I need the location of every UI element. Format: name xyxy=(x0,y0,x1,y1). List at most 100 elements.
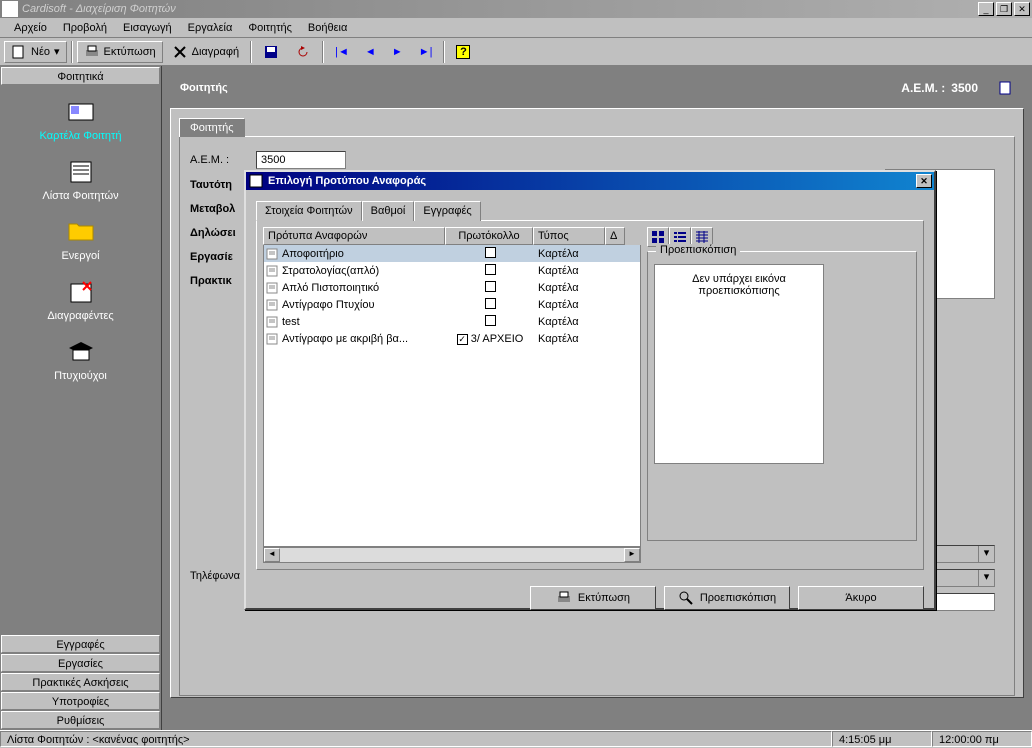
aem-input[interactable] xyxy=(256,151,346,169)
content-titlebar: Φοιτητής Α.Ε.Μ. : 3500 xyxy=(170,74,1024,102)
aem-value: 3500 xyxy=(951,81,978,95)
maximize-button[interactable]: ❐ xyxy=(996,2,1012,16)
preview-panel: Προεπισκόπιση Δεν υπάρχει εικόνα προεπισ… xyxy=(647,227,917,563)
row-type: Καρτέλα xyxy=(534,333,606,345)
dialog-close-button[interactable]: ✕ xyxy=(916,174,932,188)
tb-prev[interactable]: ◄ xyxy=(358,41,383,63)
minimize-button[interactable]: _ xyxy=(978,2,994,16)
report-icon xyxy=(266,265,280,277)
doc-icon[interactable] xyxy=(998,80,1014,96)
sidebar: Φοιτητικά Καρτέλα Φοιτητή Λίστα Φοιτητών… xyxy=(0,66,162,730)
row-name: Αντίγραφο με ακριβή βα... xyxy=(282,333,408,345)
tb-last[interactable]: ►| xyxy=(412,41,440,63)
tb-undo[interactable] xyxy=(288,41,318,63)
table-row[interactable]: Αποφοιτήριο Καρτέλα xyxy=(264,245,640,262)
sidebar-item-graduates[interactable]: Πτυχιούχοι xyxy=(0,332,161,392)
row-type: Καρτέλα xyxy=(534,248,606,260)
tb-delete[interactable]: Διαγραφή xyxy=(165,41,247,63)
first-icon: |◄ xyxy=(335,46,349,58)
sidebar-btn-scholarships[interactable]: Υποτροφίες xyxy=(1,692,160,710)
row-checkbox[interactable] xyxy=(485,315,496,326)
tb-print[interactable]: Εκτύπωση xyxy=(77,41,163,63)
sidebar-btn-enrollments[interactable]: Εγγραφές xyxy=(1,635,160,653)
tb-new[interactable]: Νέο ▾ xyxy=(4,41,67,63)
sidebar-item-student-card[interactable]: Καρτέλα Φοιτητή xyxy=(0,92,161,152)
row-checkbox[interactable] xyxy=(485,281,496,292)
sidebar-btn-settings[interactable]: Ρυθμίσεις xyxy=(1,711,160,729)
menu-help[interactable]: Βοήθεια xyxy=(300,20,355,36)
dialog-title: Επιλογή Προτύπου Αναφοράς xyxy=(268,175,426,187)
scroll-left-icon[interactable]: ◄ xyxy=(264,548,280,562)
dialog-tab-grades[interactable]: Βαθμοί xyxy=(362,201,415,221)
horizontal-scrollbar[interactable]: ◄ ► xyxy=(263,547,641,563)
preview-box: Δεν υπάρχει εικόνα προεπισκόπισης xyxy=(654,264,824,464)
tb-save[interactable] xyxy=(256,41,286,63)
dialog-tab-student-info[interactable]: Στοιχεία Φοιτητών xyxy=(256,201,362,221)
sidebar-btn-internships[interactable]: Πρακτικές Ασκήσεις xyxy=(1,673,160,691)
calendar-x-icon xyxy=(65,278,97,306)
table-row[interactable]: Απλό Πιστοποιητικό Καρτέλα xyxy=(264,279,640,296)
sidebar-header[interactable]: Φοιτητικά xyxy=(1,67,160,85)
delete-icon xyxy=(172,44,188,60)
dialog-preview-button[interactable]: Προεπισκόπιση xyxy=(664,586,790,610)
toolbar: Νέο ▾ Εκτύπωση Διαγραφή |◄ ◄ ► ►| ? xyxy=(0,38,1032,66)
menu-tools[interactable]: Εργαλεία xyxy=(180,20,241,36)
table-row[interactable]: Αντίγραφο με ακριβή βα...✓ 3/ ΑΡΧΕΙΟΚαρτ… xyxy=(264,330,640,347)
chevron-down-icon: ▾ xyxy=(978,570,994,586)
tb-next[interactable]: ► xyxy=(385,41,410,63)
preview-fieldset: Προεπισκόπιση Δεν υπάρχει εικόνα προεπισ… xyxy=(647,251,917,541)
row-checkbox[interactable] xyxy=(485,264,496,275)
dialog-print-button[interactable]: Εκτύπωση xyxy=(530,586,656,610)
table-row[interactable]: Αντίγραφο Πτυχίου Καρτέλα xyxy=(264,296,640,313)
status-list: Λίστα Φοιτητών : <κανένας φοιτητής> xyxy=(0,731,832,747)
col-type[interactable]: Τύπος xyxy=(533,227,605,245)
folder-icon xyxy=(65,218,97,246)
row-name: Στρατολογίας(απλό) xyxy=(282,265,379,277)
report-icon xyxy=(266,282,280,294)
dialog-tab-enrollments[interactable]: Εγγραφές xyxy=(414,201,480,221)
menu-insert[interactable]: Εισαγωγή xyxy=(115,20,180,36)
tb-first[interactable]: |◄ xyxy=(328,41,356,63)
scroll-right-icon[interactable]: ► xyxy=(624,548,640,562)
status-time1: 4:15:05 μμ xyxy=(832,731,932,747)
dialog-cancel-button[interactable]: Άκυρο xyxy=(798,586,924,610)
tb-help[interactable]: ? xyxy=(449,41,477,63)
sidebar-btn-assignments[interactable]: Εργασίες xyxy=(1,654,160,672)
separator xyxy=(250,41,252,63)
close-button[interactable]: ✕ xyxy=(1014,2,1030,16)
menu-file[interactable]: Αρχείο xyxy=(6,20,55,36)
col-protocol[interactable]: Πρωτόκολλο xyxy=(445,227,533,245)
menubar: Αρχείο Προβολή Εισαγωγή Εργαλεία Φοιτητή… xyxy=(0,18,1032,38)
table-row[interactable]: Στρατολογίας(απλό) Καρτέλα xyxy=(264,262,640,279)
menu-view[interactable]: Προβολή xyxy=(55,20,115,36)
window-titlebar: Cardisoft - Διαχείριση Φοιτητών _ ❐ ✕ xyxy=(0,0,1032,18)
table-row[interactable]: test Καρτέλα xyxy=(264,313,640,330)
row-type: Καρτέλα xyxy=(534,299,606,311)
scroll-track[interactable] xyxy=(280,548,624,562)
sidebar-item-active[interactable]: Ενεργοί xyxy=(0,212,161,272)
status-time2: 12:00:00 πμ xyxy=(932,731,1032,747)
row-type: Καρτέλα xyxy=(534,282,606,294)
report-icon xyxy=(266,333,280,345)
sidebar-item-deleted[interactable]: Διαγραφέντες xyxy=(0,272,161,332)
row-checkbox[interactable]: ✓ xyxy=(457,334,468,345)
row-checkbox[interactable] xyxy=(485,247,496,258)
col-templates[interactable]: Πρότυπα Αναφορών xyxy=(263,227,445,245)
report-template-dialog: Επιλογή Προτύπου Αναφοράς ✕ Στοιχεία Φοι… xyxy=(244,170,936,610)
new-icon xyxy=(11,44,27,60)
aem-field-label: Α.Ε.Μ. : xyxy=(190,154,246,166)
next-icon: ► xyxy=(392,46,403,58)
window-title: Cardisoft - Διαχείριση Φοιτητών xyxy=(22,3,978,15)
report-icon xyxy=(266,248,280,260)
sidebar-item-student-list[interactable]: Λίστα Φοιτητών xyxy=(0,152,161,212)
col-d[interactable]: Δ xyxy=(605,227,625,245)
menu-student[interactable]: Φοιτητής xyxy=(240,20,300,36)
app-icon xyxy=(2,1,18,17)
preview-legend: Προεπισκόπιση xyxy=(656,244,740,256)
tab-student[interactable]: Φοιτητής xyxy=(179,118,245,137)
chevron-down-icon: ▾ xyxy=(978,546,994,562)
help-icon: ? xyxy=(456,45,470,59)
row-checkbox[interactable] xyxy=(485,298,496,309)
row-type: Καρτέλα xyxy=(534,265,606,277)
dialog-titlebar: Επιλογή Προτύπου Αναφοράς ✕ xyxy=(246,172,934,190)
